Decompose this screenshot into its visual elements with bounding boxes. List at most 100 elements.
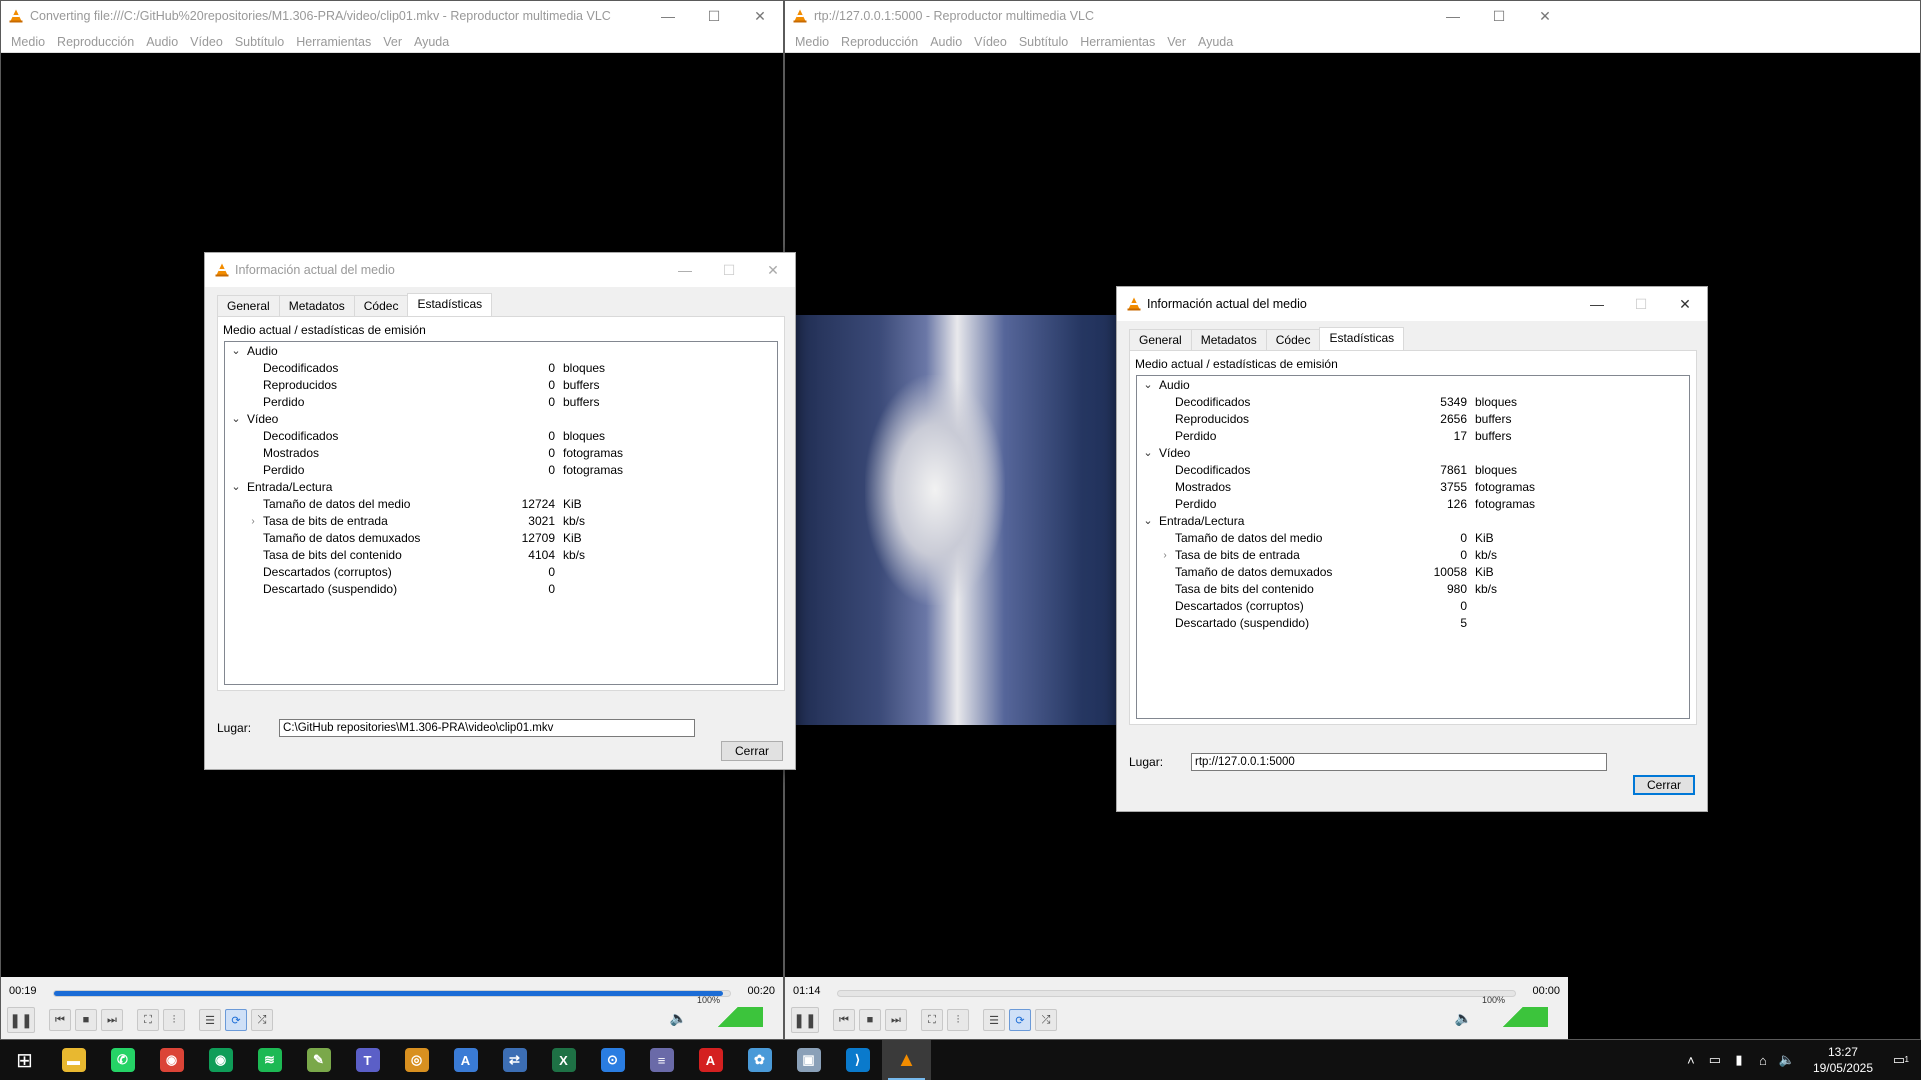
- menu-medio[interactable]: Medio: [5, 35, 51, 49]
- minimize-button[interactable]: —: [1430, 1, 1476, 31]
- chevron-down-icon[interactable]: ⌄: [230, 343, 242, 360]
- close-button[interactable]: ✕: [1522, 1, 1568, 31]
- seek-bar[interactable]: [53, 990, 731, 997]
- speaker-icon[interactable]: 🔈: [670, 1010, 687, 1027]
- whatsapp-icon[interactable]: ✆: [98, 1040, 147, 1080]
- tree-group-io[interactable]: ⌄ Entrada/Lectura: [1137, 513, 1689, 530]
- stop-button[interactable]: ■: [859, 1009, 881, 1031]
- chevron-down-icon[interactable]: ⌄: [1142, 445, 1154, 462]
- pause-button[interactable]: ❚❚: [7, 1007, 35, 1033]
- clock[interactable]: 13:27 19/05/2025: [1813, 1044, 1873, 1076]
- seek-bar[interactable]: [837, 990, 1516, 997]
- chrome-profile-icon[interactable]: ◉: [196, 1040, 245, 1080]
- network-icon[interactable]: ⌂: [1751, 1053, 1775, 1068]
- playlist-button[interactable]: ☰: [199, 1009, 221, 1031]
- stop-button[interactable]: ■: [75, 1009, 97, 1031]
- next-button[interactable]: ⏭: [101, 1009, 123, 1031]
- loop-button[interactable]: ⟳: [225, 1009, 247, 1031]
- paint-icon[interactable]: ✿: [735, 1040, 784, 1080]
- playlist-button[interactable]: ☰: [983, 1009, 1005, 1031]
- location-field[interactable]: [279, 719, 696, 737]
- chrome-icon[interactable]: ◉: [147, 1040, 196, 1080]
- close-button[interactable]: ✕: [751, 253, 795, 287]
- chevron-right-icon[interactable]: ›: [1159, 547, 1171, 564]
- tab-codec[interactable]: Códec: [353, 295, 409, 318]
- remote-app-icon[interactable]: ⊙: [588, 1040, 637, 1080]
- chevron-down-icon[interactable]: ⌄: [230, 411, 242, 428]
- notepad-icon[interactable]: ✎: [294, 1040, 343, 1080]
- menu-video[interactable]: Vídeo: [968, 35, 1013, 49]
- shuffle-button[interactable]: ⤮: [1035, 1009, 1057, 1031]
- extended-settings-button[interactable]: ⫶: [947, 1009, 969, 1031]
- tab-estadisticas[interactable]: Estadísticas: [1319, 327, 1405, 350]
- speaker-icon[interactable]: 🔈: [1455, 1010, 1472, 1027]
- maximize-button[interactable]: ☐: [1476, 1, 1522, 31]
- previous-button[interactable]: ⏮: [49, 1009, 71, 1031]
- location-field[interactable]: [1191, 753, 1608, 771]
- tree-group-video[interactable]: ⌄ Vídeo: [225, 411, 777, 428]
- volume-control[interactable]: 🔈 100%: [1455, 995, 1548, 1027]
- vlc-icon[interactable]: ▲: [882, 1040, 931, 1080]
- menu-reproduccion[interactable]: Reproducción: [835, 35, 924, 49]
- chevron-down-icon[interactable]: ⌄: [230, 479, 242, 496]
- chevron-up-icon[interactable]: ˄: [1679, 1053, 1703, 1068]
- tree-group-io[interactable]: ⌄ Entrada/Lectura: [225, 479, 777, 496]
- chevron-down-icon[interactable]: ⌄: [1142, 377, 1154, 394]
- menu-audio[interactable]: Audio: [924, 35, 968, 49]
- windows-start-icon[interactable]: ⊞: [0, 1040, 49, 1080]
- volume-tray-icon[interactable]: 🔈: [1775, 1052, 1799, 1068]
- screen-icon[interactable]: ▭: [1703, 1052, 1727, 1068]
- fullscreen-button[interactable]: ⛶: [921, 1009, 943, 1031]
- fullscreen-button[interactable]: ⛶: [137, 1009, 159, 1031]
- stats-tree[interactable]: ⌄ Audio Decodificados 5349 bloques Reproducid…: [1136, 375, 1690, 719]
- menu-herramientas[interactable]: Herramientas: [290, 35, 377, 49]
- menu-reproduccion[interactable]: Reproducción: [51, 35, 140, 49]
- extended-settings-button[interactable]: ⫶: [163, 1009, 185, 1031]
- tree-group-video[interactable]: ⌄ Vídeo: [1137, 445, 1689, 462]
- close-dialog-button[interactable]: Cerrar: [1633, 775, 1695, 795]
- close-button[interactable]: ✕: [737, 1, 783, 31]
- menu-ayuda[interactable]: Ayuda: [408, 35, 455, 49]
- spotify-icon[interactable]: ≋: [245, 1040, 294, 1080]
- tab-estadisticas[interactable]: Estadísticas: [407, 293, 493, 316]
- chevron-down-icon[interactable]: ⌄: [1142, 513, 1154, 530]
- previous-button[interactable]: ⏮: [833, 1009, 855, 1031]
- pause-button[interactable]: ❚❚: [791, 1007, 819, 1033]
- tab-metadatos[interactable]: Metadatos: [1190, 329, 1267, 352]
- tree-group-audio[interactable]: ⌄ Audio: [1137, 377, 1689, 394]
- volume-slider[interactable]: 100%: [1478, 995, 1548, 1027]
- menu-subtitulo[interactable]: Subtítulo: [229, 35, 290, 49]
- app-orange-icon[interactable]: ◎: [392, 1040, 441, 1080]
- acrobat-icon[interactable]: A: [686, 1040, 735, 1080]
- menu-ver[interactable]: Ver: [1161, 35, 1192, 49]
- excel-icon[interactable]: X: [539, 1040, 588, 1080]
- minimize-button[interactable]: —: [663, 253, 707, 287]
- tab-general[interactable]: General: [1129, 329, 1192, 352]
- tree-group-audio[interactable]: ⌄ Audio: [225, 343, 777, 360]
- file-explorer-icon[interactable]: ▬: [49, 1040, 98, 1080]
- battery-icon[interactable]: ▮: [1727, 1052, 1751, 1068]
- vscode-icon[interactable]: ⟩: [833, 1040, 882, 1080]
- menu-subtitulo[interactable]: Subtítulo: [1013, 35, 1074, 49]
- menu-ayuda[interactable]: Ayuda: [1192, 35, 1239, 49]
- volume-slider[interactable]: 100%: [693, 995, 763, 1027]
- tab-codec[interactable]: Códec: [1265, 329, 1321, 352]
- volume-control[interactable]: 🔈 100%: [670, 995, 763, 1027]
- chevron-right-icon[interactable]: ›: [247, 513, 259, 530]
- screen-app-icon[interactable]: ▣: [784, 1040, 833, 1080]
- menu-ver[interactable]: Ver: [377, 35, 408, 49]
- network-app-icon[interactable]: ⇄: [490, 1040, 539, 1080]
- next-button[interactable]: ⏭: [885, 1009, 907, 1031]
- menu-herramientas[interactable]: Herramientas: [1074, 35, 1161, 49]
- teams-icon[interactable]: T: [343, 1040, 392, 1080]
- close-dialog-button[interactable]: Cerrar: [721, 741, 783, 761]
- tab-general[interactable]: General: [217, 295, 280, 318]
- loop-button[interactable]: ⟳: [1009, 1009, 1031, 1031]
- tab-metadatos[interactable]: Metadatos: [278, 295, 355, 318]
- minimize-button[interactable]: —: [1575, 287, 1619, 321]
- menu-medio[interactable]: Medio: [789, 35, 835, 49]
- notification-icon[interactable]: ▭ 1: [1887, 1052, 1911, 1068]
- maximize-button[interactable]: ☐: [691, 1, 737, 31]
- menu-video[interactable]: Vídeo: [184, 35, 229, 49]
- stats-tree[interactable]: ⌄ Audio Decodificados 0 bloques Reproducidos 0…: [224, 341, 778, 685]
